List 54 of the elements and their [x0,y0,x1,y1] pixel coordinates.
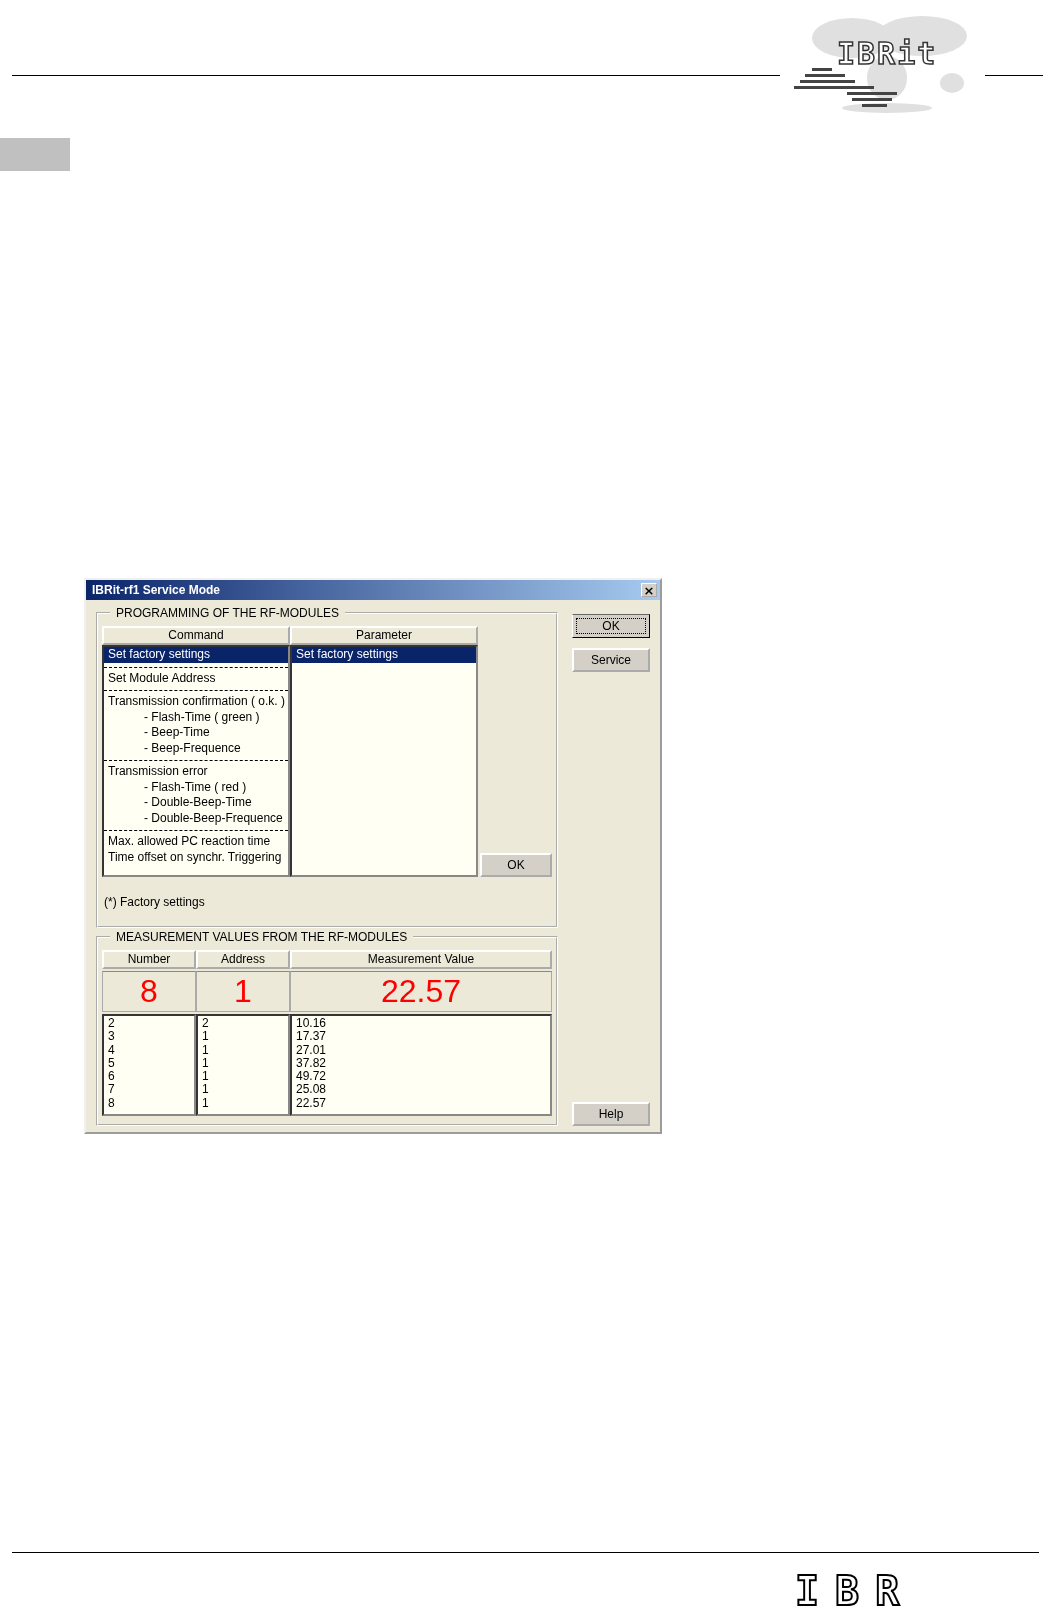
list-item: 27.01 [296,1043,328,1057]
group-title: PROGRAMMING OF THE RF-MODULES [115,606,341,620]
list-item: 4 [108,1043,116,1057]
company-logo: IBRit [792,8,972,114]
list-item: 1 [202,1056,210,1071]
list-item: - Flash-Time ( green ) [143,709,261,725]
list-item[interactable]: Transmission error [104,764,288,780]
list-item: 22.57 [296,1096,328,1111]
current-value: 1 [196,971,290,1012]
column-header: Measurement Value [290,950,552,969]
list-item: 1 [202,1070,210,1084]
close-button[interactable]: × [641,583,657,597]
group-title: MEASUREMENT VALUES FROM THE RF-MODULES [115,930,409,944]
dialog-button[interactable]: Service [572,648,650,672]
column-header: Parameter [290,626,478,645]
list-item: 49.72 [296,1070,328,1084]
list-item: - Beep-Frequence [143,740,242,756]
list-item: 7 [108,1083,116,1097]
list-item[interactable]: Transmission confirmation ( o.k. ) [104,694,288,710]
column-header: Command [102,626,290,645]
list-item[interactable]: Max. allowed PC reaction time [104,834,288,850]
company-logo: IBR [795,1572,916,1610]
list-item[interactable]: Set factory settings [104,647,288,663]
ok-button[interactable]: OK [572,614,650,638]
list-item[interactable]: Set factory settings [292,647,476,663]
list-item: 5 [108,1056,116,1071]
current-value: 8 [102,971,196,1012]
list-item: - Beep-Time [143,725,211,741]
list-item: 1 [202,1096,210,1111]
list-item: 6 [108,1070,116,1084]
list-item[interactable]: Set Module Address [104,670,288,686]
list-item: 37.82 [296,1056,328,1071]
list-item: Time offset on synchr. Triggering [107,849,283,865]
column-header: Number [102,950,196,969]
footnote-text: (*) Factory settings [103,895,206,909]
list-item: 2 [202,1017,210,1031]
list-item: - Double-Beep-Frequence [143,810,284,826]
column-header: Address [196,950,290,969]
list-item: - Flash-Time ( red ) [143,779,248,795]
list-item: 8 [108,1096,116,1111]
list-item: 3 [108,1030,116,1044]
current-value: 22.57 [290,971,552,1012]
ok-button[interactable]: OK [480,853,552,877]
dialog-button[interactable]: Help [572,1102,650,1126]
list-item: 2 [108,1017,116,1031]
list-item: 10.16 [296,1017,328,1031]
list-item: 1 [202,1083,210,1097]
window-title: IBRit-rf1 Service Mode [92,583,221,597]
list-item: - Double-Beep-Time [143,795,253,811]
list-item: 25.08 [296,1083,328,1097]
list-item: 1 [202,1030,210,1044]
list-item: 17.37 [296,1030,328,1044]
list-item: 1 [202,1043,210,1057]
section-marker [0,138,70,171]
